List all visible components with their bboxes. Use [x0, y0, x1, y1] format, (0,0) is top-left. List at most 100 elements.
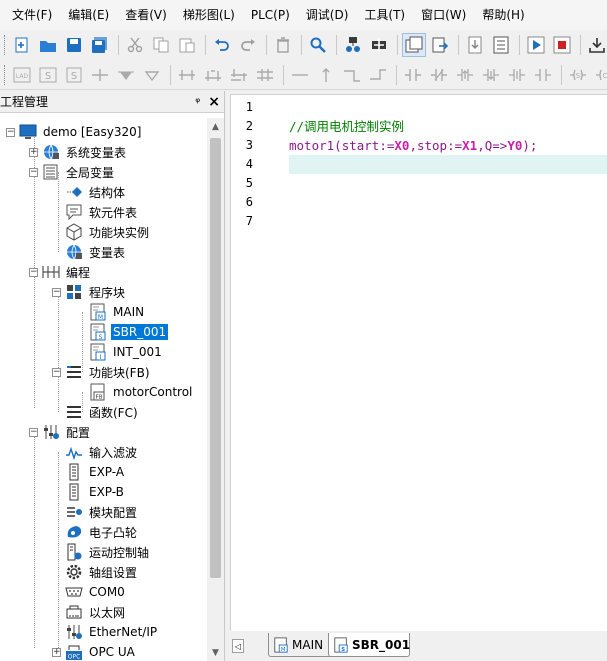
tree-item-struct[interactable]: 结构体	[52, 182, 127, 202]
set-icon[interactable]: S	[566, 63, 590, 87]
tree-item-exp-b[interactable]: EXP-B	[52, 482, 126, 502]
code-area[interactable]: //调用电机控制实例 motor1(start:=X0,stop:=X1,Q=>…	[289, 95, 607, 631]
download-icon[interactable]	[463, 33, 487, 57]
window-icon[interactable]	[402, 33, 426, 57]
expand-toggle[interactable]: +	[52, 647, 61, 657]
coil-down-icon[interactable]	[114, 63, 138, 87]
tab-scroll-left-icon[interactable]: ◁	[232, 639, 244, 653]
tree-item-sbr-001[interactable]: S SBR_001	[76, 322, 169, 342]
nc-contact-icon[interactable]	[427, 63, 451, 87]
tree-scrollbar[interactable]: ▲ ▼	[207, 118, 224, 661]
tab-sbr-001[interactable]: S SBR_001	[328, 633, 410, 657]
collapse-toggle[interactable]: −	[52, 367, 61, 377]
search-icon[interactable]	[306, 33, 330, 57]
copy-icon[interactable]	[149, 33, 173, 57]
reset-icon[interactable]: C	[592, 63, 607, 87]
menu-view[interactable]: 查看(V)	[117, 0, 175, 30]
run-icon[interactable]	[524, 33, 548, 57]
undo-icon[interactable]	[210, 33, 234, 57]
expand-toggle[interactable]: +	[29, 147, 38, 157]
save-icon[interactable]	[62, 33, 86, 57]
code-editor[interactable]: 1 2 3 4 5 6 7 //调用电机控制实例 motor1(start:=X…	[230, 94, 607, 631]
pin-icon[interactable]: ᵠ	[195, 95, 200, 109]
tree-item-motion-axis[interactable]: 运动控制轴	[52, 542, 151, 562]
branch-4-icon[interactable]	[253, 63, 277, 87]
corner-icon[interactable]	[340, 63, 364, 87]
redo-icon[interactable]	[236, 33, 260, 57]
tree-item-fb-instances[interactable]: 功能块实例	[52, 222, 151, 242]
toolbar-grip[interactable]	[4, 35, 7, 55]
export-icon[interactable]	[428, 33, 452, 57]
add-device-icon[interactable]	[367, 33, 391, 57]
collapse-toggle[interactable]: −	[29, 427, 38, 437]
tree-item-function-blocks[interactable]: − 功能块(FB)	[52, 362, 152, 382]
branch-icon[interactable]	[175, 63, 199, 87]
menu-plc[interactable]: PLC(P)	[243, 0, 298, 30]
collapse-toggle[interactable]: −	[6, 127, 15, 137]
menu-help[interactable]: 帮助(H)	[474, 0, 532, 30]
tree-item-opc-ua[interactable]: + OPC OPC UA	[52, 642, 137, 661]
tree-item-programming[interactable]: − 编程	[29, 262, 92, 282]
il-icon[interactable]: S	[36, 63, 60, 87]
delete-icon[interactable]	[271, 33, 295, 57]
toolbar-grip[interactable]	[4, 64, 7, 85]
tree-item-exp-a[interactable]: EXP-A	[52, 462, 126, 482]
menu-window[interactable]: 窗口(W)	[413, 0, 474, 30]
menu-file[interactable]: 文件(F)	[4, 0, 60, 30]
menu-tools[interactable]: 工具(T)	[356, 0, 413, 30]
scroll-thumb[interactable]	[210, 138, 221, 578]
st-icon[interactable]: S	[62, 63, 86, 87]
tree-item-ethernet[interactable]: 以太网	[52, 602, 127, 622]
corner-2-icon[interactable]	[366, 63, 390, 87]
tree-item-e-cam[interactable]: 电子凸轮	[52, 522, 139, 542]
coil-outline-icon[interactable]	[140, 63, 164, 87]
tree-item-main[interactable]: M MAIN	[76, 302, 146, 322]
branch-3-icon[interactable]	[227, 63, 251, 87]
network-icon[interactable]	[341, 33, 365, 57]
tree-item-config[interactable]: − 配置	[29, 422, 92, 442]
open-folder-icon[interactable]	[36, 33, 60, 57]
invert-contact-icon[interactable]	[531, 63, 555, 87]
code-line-3[interactable]: motor1(start:=X0,stop:=X1,Q=>Y0);	[289, 136, 607, 155]
tree-item-var-table[interactable]: 变量表	[52, 242, 127, 262]
scroll-down-icon[interactable]: ▼	[207, 644, 224, 661]
close-icon[interactable]: ×	[208, 94, 220, 110]
collapse-toggle[interactable]: −	[52, 287, 61, 297]
rise-contact-icon[interactable]	[453, 63, 477, 87]
code-line-2[interactable]: //调用电机控制实例	[289, 117, 607, 136]
vline-up-icon[interactable]	[314, 63, 338, 87]
tree-item-ethernet-ip[interactable]: EtherNet/IP	[52, 622, 159, 642]
save-all-icon[interactable]	[88, 33, 112, 57]
pulse-contact-icon[interactable]	[505, 63, 529, 87]
code-line-4-current[interactable]	[289, 155, 607, 174]
branch-2-icon[interactable]	[201, 63, 225, 87]
tree-item-program-blocks[interactable]: − 程序块	[52, 282, 127, 302]
scroll-up-icon[interactable]: ▲	[207, 118, 224, 135]
menu-ladder[interactable]: 梯形图(L)	[175, 0, 243, 30]
compare-icon[interactable]	[489, 33, 513, 57]
stop-icon[interactable]	[550, 33, 574, 57]
no-contact-icon[interactable]	[401, 63, 425, 87]
contact-icon[interactable]	[88, 63, 112, 87]
tree-item-int-001[interactable]: I INT_001	[76, 342, 164, 362]
tab-main[interactable]: M MAIN	[268, 633, 334, 657]
paste-icon[interactable]	[175, 33, 199, 57]
tree-item-soft-elements[interactable]: 软元件表	[52, 202, 139, 222]
tree-item-module-config[interactable]: 模块配置	[52, 502, 139, 522]
tree-item-com0[interactable]: COM0	[52, 582, 127, 602]
tree-item-root[interactable]: − demo [Easy320]	[6, 122, 143, 142]
hline-icon[interactable]	[288, 63, 312, 87]
menu-debug[interactable]: 调试(D)	[298, 0, 357, 30]
tree-item-axis-group[interactable]: 轴组设置	[52, 562, 139, 582]
menu-edit[interactable]: 编辑(E)	[60, 0, 117, 30]
tree-item-motor-control[interactable]: FB motorControl	[76, 382, 194, 402]
tree-item-global-vars[interactable]: − 全局变量	[29, 162, 116, 182]
collapse-toggle[interactable]: −	[29, 267, 38, 277]
new-file-icon[interactable]	[10, 33, 34, 57]
tree-item-functions[interactable]: 函数(FC)	[52, 402, 140, 422]
fall-contact-icon[interactable]	[479, 63, 503, 87]
lad-icon[interactable]: LAD	[10, 63, 34, 87]
tree-item-system-vars[interactable]: + 系统变量表	[29, 142, 128, 162]
cut-icon[interactable]	[123, 33, 147, 57]
tree-item-input-filter[interactable]: 输入滤波	[52, 442, 139, 462]
